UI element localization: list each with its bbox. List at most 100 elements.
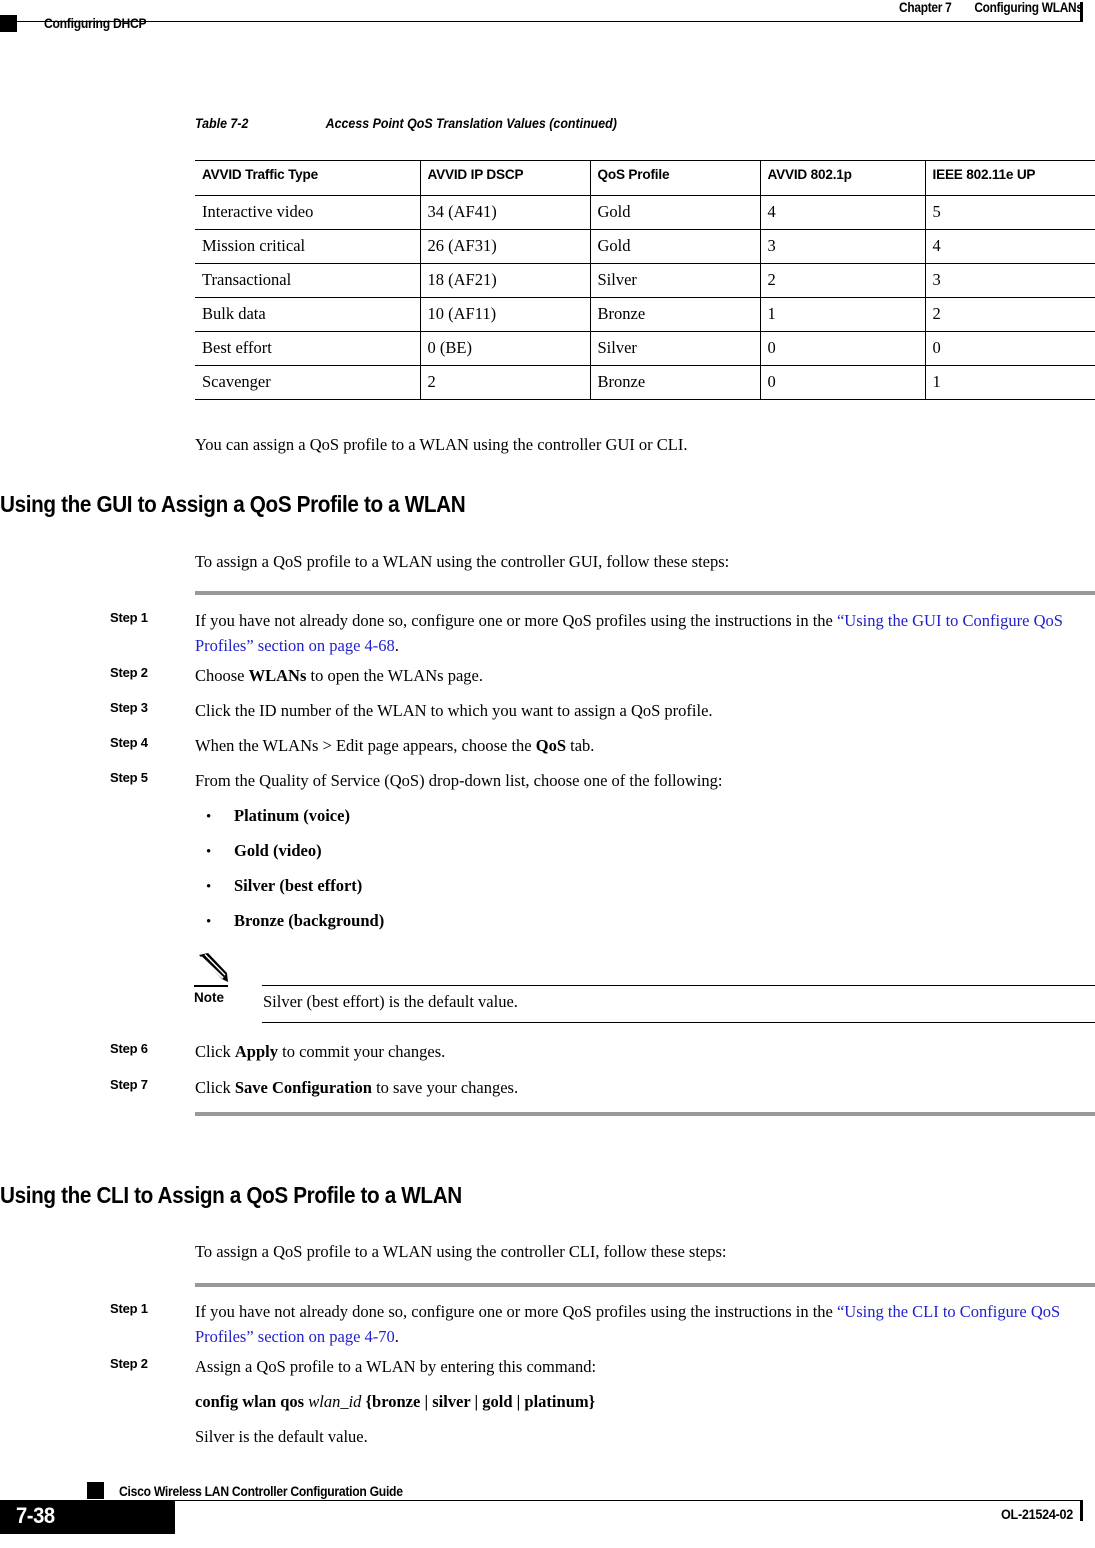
table-row: Mission critical 26 (AF31) Gold 3 4 bbox=[195, 229, 1095, 264]
table-cell: 34 (AF41) bbox=[419, 195, 590, 230]
step-body: Click the ID number of the WLAN to which… bbox=[195, 701, 713, 720]
table-col-header: AVVID Traffic Type bbox=[195, 160, 420, 196]
table-caption-title: Access Point QoS Translation Values (con… bbox=[325, 116, 617, 131]
list-item: • Platinum (voice) bbox=[206, 806, 350, 826]
table-cell: Scavenger bbox=[195, 365, 420, 400]
table-col-header: QoS Profile bbox=[589, 160, 760, 196]
header-rule-endcap bbox=[1080, 2, 1083, 22]
list-item: • Gold (video) bbox=[206, 841, 322, 861]
bullet-label: Gold bbox=[234, 841, 269, 860]
step-text-pre: Click bbox=[195, 1078, 235, 1097]
ui-term-apply: Apply bbox=[234, 1042, 278, 1061]
footer-rule bbox=[87, 1500, 1083, 1501]
intro-paragraph: You can assign a QoS profile to a WLAN u… bbox=[195, 435, 688, 454]
step-text-pre: Choose bbox=[195, 666, 249, 685]
table-cell: Silver bbox=[589, 331, 760, 366]
ui-term-save-configuration: Save Configuration bbox=[234, 1078, 372, 1097]
step-text-pre: If you have not already done so, configu… bbox=[195, 611, 837, 630]
cli-command-variable: wlan_id bbox=[308, 1392, 362, 1411]
table-cell: 4 bbox=[924, 229, 1095, 264]
step-text-pre: If you have not already done so, configu… bbox=[195, 1302, 837, 1321]
note-rule-bottom bbox=[262, 1022, 1095, 1024]
list-item: • Silver (best effort) bbox=[206, 876, 362, 896]
step-label: Step 1 bbox=[110, 610, 148, 625]
table-cell: 10 (AF11) bbox=[419, 297, 590, 332]
table-cell: 3 bbox=[759, 229, 925, 264]
cli-command-line: config wlan qos wlan_id {bronze | silver… bbox=[195, 1389, 1095, 1414]
bullet-desc: (best effort) bbox=[279, 876, 363, 895]
pencil-icon bbox=[199, 953, 228, 982]
cli-step2-text: Assign a QoS profile to a WLAN by enteri… bbox=[195, 1357, 597, 1376]
bullet-dot-icon: • bbox=[206, 914, 212, 930]
note-icon-underline bbox=[194, 985, 228, 987]
gui-lead-in-paragraph: To assign a QoS profile to a WLAN using … bbox=[195, 552, 730, 571]
step-body: Click Apply to commit your changes. bbox=[195, 1039, 1095, 1064]
qos-translation-table: AVVID Traffic Type AVVID IP DSCP QoS Pro… bbox=[195, 160, 1095, 400]
table-cell: 0 (BE) bbox=[419, 331, 590, 366]
steps-rule-bottom bbox=[195, 1112, 1095, 1116]
table-cell: 2 bbox=[419, 365, 590, 400]
step-text-post: tab. bbox=[566, 736, 595, 755]
bullet-dot-icon: • bbox=[206, 844, 212, 860]
table-cell: 0 bbox=[759, 331, 925, 366]
ui-term-qos-tab: QoS bbox=[535, 736, 566, 755]
step-label: Step 3 bbox=[110, 700, 148, 715]
table-cell: Interactive video bbox=[195, 195, 420, 230]
table-cell: 0 bbox=[759, 365, 925, 400]
header-running-section-label: Configuring DHCP bbox=[44, 16, 147, 31]
table-cell: 2 bbox=[759, 263, 925, 298]
step-text-post: . bbox=[394, 636, 399, 655]
step-body: Click Save Configuration to save your ch… bbox=[195, 1075, 1095, 1100]
step-body: If you have not already done so, configu… bbox=[195, 1299, 1095, 1349]
table-row: Bulk data 10 (AF11) Bronze 1 2 bbox=[195, 297, 1095, 332]
header-running-section: Configuring DHCP bbox=[0, 15, 158, 32]
table-row: Scavenger 2 Bronze 0 1 bbox=[195, 365, 1095, 400]
bullet-dot-icon: • bbox=[206, 879, 212, 895]
bullet-label: Platinum bbox=[234, 806, 300, 825]
step-label: Step 7 bbox=[110, 1077, 148, 1092]
section-heading-cli: Using the CLI to Assign a QoS Profile to… bbox=[0, 1182, 462, 1208]
table-cell: Transactional bbox=[195, 263, 420, 298]
cli-lead-in-paragraph: To assign a QoS profile to a WLAN using … bbox=[195, 1242, 727, 1261]
bullet-desc: (video) bbox=[272, 841, 322, 860]
note-label: Note bbox=[194, 990, 224, 1005]
steps-rule-top bbox=[195, 591, 1095, 595]
step-body: If you have not already done so, configu… bbox=[195, 608, 1095, 658]
step-body: Choose WLANs to open the WLANs page. bbox=[195, 663, 1095, 688]
table-cell: Best effort bbox=[195, 331, 420, 366]
table-col-header: IEEE 802.11e UP bbox=[924, 160, 1095, 196]
table-cell: 1 bbox=[924, 365, 1095, 400]
list-item: • Bronze (background) bbox=[206, 911, 384, 931]
table-cell: 3 bbox=[924, 263, 1095, 298]
table-cell: Bronze bbox=[589, 365, 760, 400]
page-header: Chapter 7 Configuring WLANs Configuring D… bbox=[0, 0, 1095, 46]
cli-command-keyword: config wlan qos bbox=[195, 1392, 309, 1411]
table-cell: Gold bbox=[589, 195, 760, 230]
footer-rule-endcap bbox=[1080, 1500, 1083, 1521]
cli-command-options: {bronze | silver | gold | platinum} bbox=[361, 1392, 596, 1411]
section-heading-gui: Using the GUI to Assign a QoS Profile to… bbox=[0, 491, 466, 517]
table-col-header: AVVID IP DSCP bbox=[419, 160, 590, 196]
square-bullet-icon bbox=[0, 15, 17, 32]
step-body: When the WLANs > Edit page appears, choo… bbox=[195, 733, 1095, 758]
table-cell: Mission critical bbox=[195, 229, 420, 264]
table-cell: 18 (AF21) bbox=[419, 263, 590, 298]
table-col-header: AVVID 802.1p bbox=[759, 160, 925, 196]
table-cell: 4 bbox=[759, 195, 925, 230]
table-cell: Bronze bbox=[589, 297, 760, 332]
table-caption: Table 7-2 Access Point QoS Translation Va… bbox=[195, 116, 617, 131]
step-label: Step 1 bbox=[110, 1301, 148, 1316]
header-chapter-number: Chapter 7 bbox=[899, 0, 952, 15]
note-rule-top bbox=[262, 985, 1095, 987]
page-footer: Cisco Wireless LAN Controller Configurat… bbox=[0, 1458, 1095, 1548]
bullet-label: Silver bbox=[234, 876, 276, 895]
table-row: Interactive video 34 (AF41) Gold 4 5 bbox=[195, 195, 1095, 230]
table-caption-number: Table 7-2 bbox=[195, 116, 249, 131]
table-cell: 0 bbox=[924, 331, 1095, 366]
bullet-desc: (background) bbox=[288, 911, 385, 930]
step-text-pre: When the WLANs > Edit page appears, choo… bbox=[195, 736, 536, 755]
table-cell: Bulk data bbox=[195, 297, 420, 332]
step-text-post: to commit your changes. bbox=[277, 1042, 446, 1061]
page-number: 7-38 bbox=[16, 1503, 55, 1528]
header-chapter-info: Chapter 7 Configuring WLANs bbox=[899, 0, 1083, 15]
